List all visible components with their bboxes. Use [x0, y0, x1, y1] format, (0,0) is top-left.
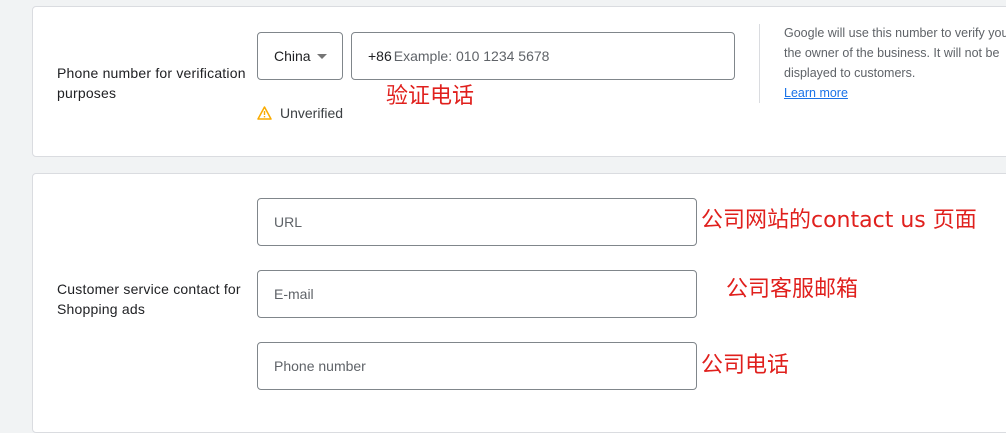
customer-service-label: Customer service contact for Shopping ad… [57, 281, 241, 317]
annotation-service-email: 公司客服邮箱 [726, 277, 859, 302]
warning-icon [257, 106, 272, 120]
verification-status: Unverified [257, 105, 343, 121]
url-field[interactable] [257, 198, 697, 246]
email-input[interactable] [274, 271, 696, 317]
annotation-company-phone: 公司电话 [701, 353, 790, 378]
verification-status-text: Unverified [280, 105, 344, 121]
dial-code-prefix: +86 [368, 48, 392, 64]
verification-help: Google will use this number to verify yo… [784, 23, 1006, 103]
dropdown-caret-icon [317, 54, 327, 59]
service-phone-field[interactable] [257, 342, 697, 390]
help-divider [759, 24, 760, 103]
verification-phone-label: Phone number for verification purposes [57, 65, 246, 101]
service-phone-input[interactable] [274, 343, 696, 389]
verification-help-text: Google will use this number to verify yo… [784, 26, 1006, 80]
url-input[interactable] [274, 199, 696, 245]
verification-phone-field[interactable]: +86 [351, 32, 735, 80]
annotation-verify-phone: 验证电话 [386, 84, 475, 109]
learn-more-link[interactable]: Learn more [784, 86, 848, 100]
country-select[interactable]: China [257, 32, 343, 80]
verification-phone-input[interactable] [393, 33, 734, 79]
country-select-value: China [274, 48, 311, 64]
email-field[interactable] [257, 270, 697, 318]
annotation-contact-page: 公司网站的contact us 页面 [701, 208, 977, 233]
